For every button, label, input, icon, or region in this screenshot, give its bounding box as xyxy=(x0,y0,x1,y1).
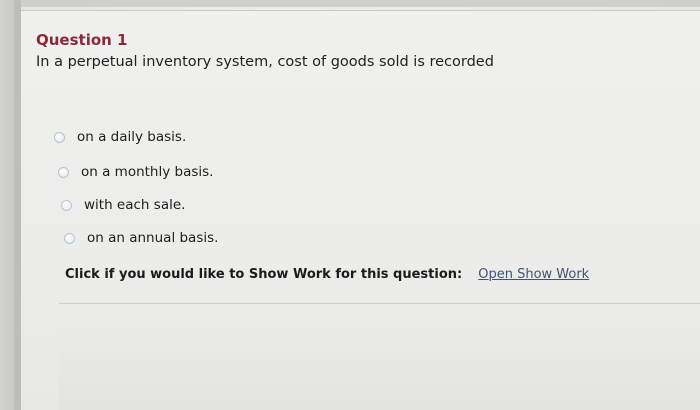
open-show-work-link[interactable]: Open Show Work xyxy=(478,267,589,282)
radio-button[interactable] xyxy=(54,131,65,143)
question-text: In a perpetual inventory system, cost of… xyxy=(36,54,494,70)
left-margin xyxy=(0,0,14,410)
show-work-prompt: Click if you would like to Show Work for… xyxy=(65,267,463,282)
option-4[interactable]: on an annual basis. xyxy=(64,230,218,246)
option-label: on a monthly basis. xyxy=(81,164,214,180)
lower-area xyxy=(59,304,700,410)
top-strip xyxy=(0,0,700,7)
radio-button[interactable] xyxy=(58,166,69,178)
option-label: with each sale. xyxy=(84,197,186,213)
radio-button[interactable] xyxy=(61,199,72,211)
screenshot: Question 1 In a perpetual inventory syst… xyxy=(0,0,700,410)
left-border xyxy=(14,0,21,410)
option-1[interactable]: on a daily basis. xyxy=(54,129,186,145)
question-title: Question 1 xyxy=(36,31,128,49)
option-3[interactable]: with each sale. xyxy=(61,197,185,213)
option-label: on an annual basis. xyxy=(87,230,219,246)
option-label: on a daily basis. xyxy=(77,129,187,145)
question-panel: Question 1 In a perpetual inventory syst… xyxy=(21,10,700,410)
option-2[interactable]: on a monthly basis. xyxy=(58,164,213,180)
show-work-row: Click if you would like to Show Work for… xyxy=(65,267,589,282)
radio-button[interactable] xyxy=(64,232,75,244)
